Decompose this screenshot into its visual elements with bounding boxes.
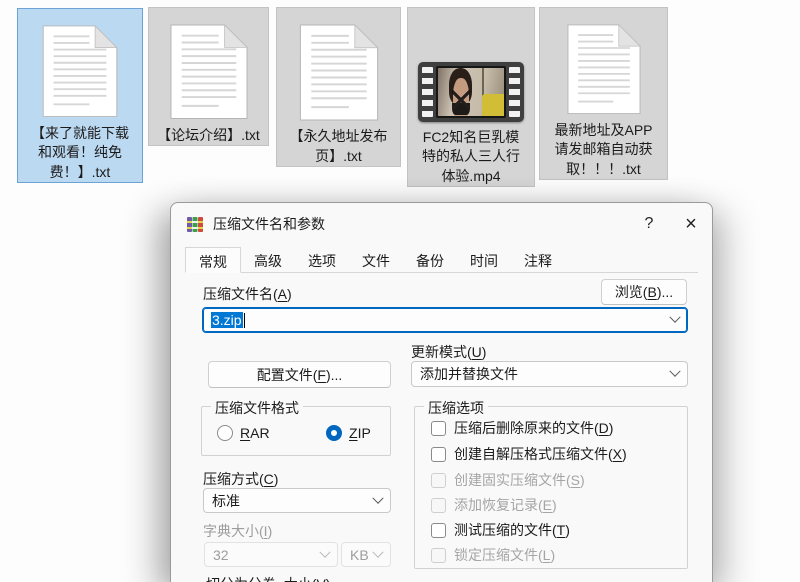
chevron-down-icon — [372, 492, 383, 503]
tab-backup[interactable]: 备份 — [403, 247, 457, 273]
tab-general[interactable]: 常规 — [185, 247, 241, 273]
tab-advanced[interactable]: 高级 — [241, 247, 295, 273]
checkbox-delete-files-after[interactable]: 压缩后删除原来的文件(D) — [431, 418, 613, 438]
archive-format-group-title: 压缩文件格式 — [211, 398, 303, 418]
dialog-titlebar: 压缩文件名和参数 ? × — [171, 203, 712, 245]
video-thumbnail-icon — [418, 62, 524, 122]
dictionary-unit-select: KB — [341, 542, 391, 567]
radio-zip[interactable]: ZIP — [326, 425, 371, 441]
file-tile-forum-intro-txt[interactable]: 【论坛介绍】.txt — [148, 7, 269, 146]
compression-method-select[interactable]: 标准 — [203, 488, 391, 513]
compression-options-group-title: 压缩选项 — [424, 398, 488, 418]
file-tile-latest-address-txt[interactable]: 最新地址及APP 请发邮箱自动获 取！！！.txt — [539, 7, 668, 180]
update-mode-label: 更新模式(U) — [411, 342, 486, 362]
archive-name-label: 压缩文件名(A) — [203, 284, 292, 304]
help-button[interactable]: ? — [628, 204, 670, 244]
tab-options[interactable]: 选项 — [295, 247, 349, 273]
split-volumes-label: 切分为分卷, 大小(V) — [206, 574, 330, 582]
selected-text: 3.zip — [211, 312, 243, 328]
radio-circle — [217, 425, 233, 441]
tab-files[interactable]: 文件 — [349, 247, 403, 273]
update-mode-select[interactable]: 添加并替换文件 — [411, 361, 688, 387]
chevron-down-icon — [372, 546, 383, 557]
chevron-down-icon — [669, 312, 680, 323]
archive-name-input[interactable]: 3.zip — [202, 307, 688, 333]
checkbox-box — [431, 473, 446, 488]
file-tile-permanent-address-txt[interactable]: 【永久地址发布 页】.txt — [276, 7, 401, 167]
browse-button[interactable]: 浏览(B)... — [601, 279, 687, 305]
checkbox-box — [431, 523, 446, 538]
text-file-icon — [169, 24, 249, 120]
checkbox-create-sfx[interactable]: 创建自解压格式压缩文件(X) — [431, 444, 627, 464]
file-label: 【永久地址发布 页】.txt — [290, 127, 388, 166]
text-file-icon — [299, 24, 379, 121]
dictionary-size-select: 32 — [204, 542, 338, 567]
close-icon[interactable]: × — [670, 204, 712, 244]
chevron-down-icon — [669, 366, 680, 377]
profiles-button[interactable]: 配置文件(F)... — [208, 361, 391, 388]
dialog-tabs: 常规 高级 选项 文件 备份 时间 注释 — [185, 247, 698, 273]
checkbox-lock-archive: 锁定压缩文件(L) — [431, 545, 555, 565]
file-label: 最新地址及APP 请发邮箱自动获 取！！！.txt — [554, 121, 652, 180]
file-tile-free-download-txt[interactable]: 【来了就能下载 和观看！纯免 费！】.txt — [17, 8, 143, 183]
text-file-icon — [40, 25, 120, 118]
file-label: FC2知名巨乳模 特的私人三人行 体验.mp4 — [422, 128, 520, 187]
radio-circle-checked — [326, 425, 342, 441]
chevron-down-icon — [319, 546, 330, 557]
tab-time[interactable]: 时间 — [457, 247, 511, 273]
file-label: 【论坛介绍】.txt — [157, 126, 260, 146]
checkbox-test-archived-files[interactable]: 测试压缩的文件(T) — [431, 520, 570, 540]
checkbox-box — [431, 447, 446, 462]
checkbox-create-solid: 创建固实压缩文件(S) — [431, 470, 585, 490]
dictionary-size-label: 字典大小(I) — [203, 521, 272, 541]
radio-rar[interactable]: RAR — [217, 425, 270, 441]
text-caret — [244, 313, 245, 328]
winrar-books-icon — [186, 215, 204, 233]
checkbox-box — [431, 421, 446, 436]
file-label: 【来了就能下载 和观看！纯免 费！】.txt — [31, 124, 129, 183]
archive-name-parameters-dialog: 压缩文件名和参数 ? × 常规 高级 选项 文件 备份 时间 注释 压缩文件名(… — [170, 202, 713, 582]
checkbox-box — [431, 548, 446, 563]
compression-method-label: 压缩方式(C) — [203, 469, 278, 489]
checkbox-add-recovery-record: 添加恢复记录(E) — [431, 495, 557, 515]
checkbox-box — [431, 498, 446, 513]
text-file-icon — [564, 24, 644, 115]
file-tile-fc2-video-mp4[interactable]: FC2知名巨乳模 特的私人三人行 体验.mp4 — [407, 7, 535, 187]
tab-comment[interactable]: 注释 — [511, 247, 565, 273]
dialog-title: 压缩文件名和参数 — [213, 214, 325, 234]
